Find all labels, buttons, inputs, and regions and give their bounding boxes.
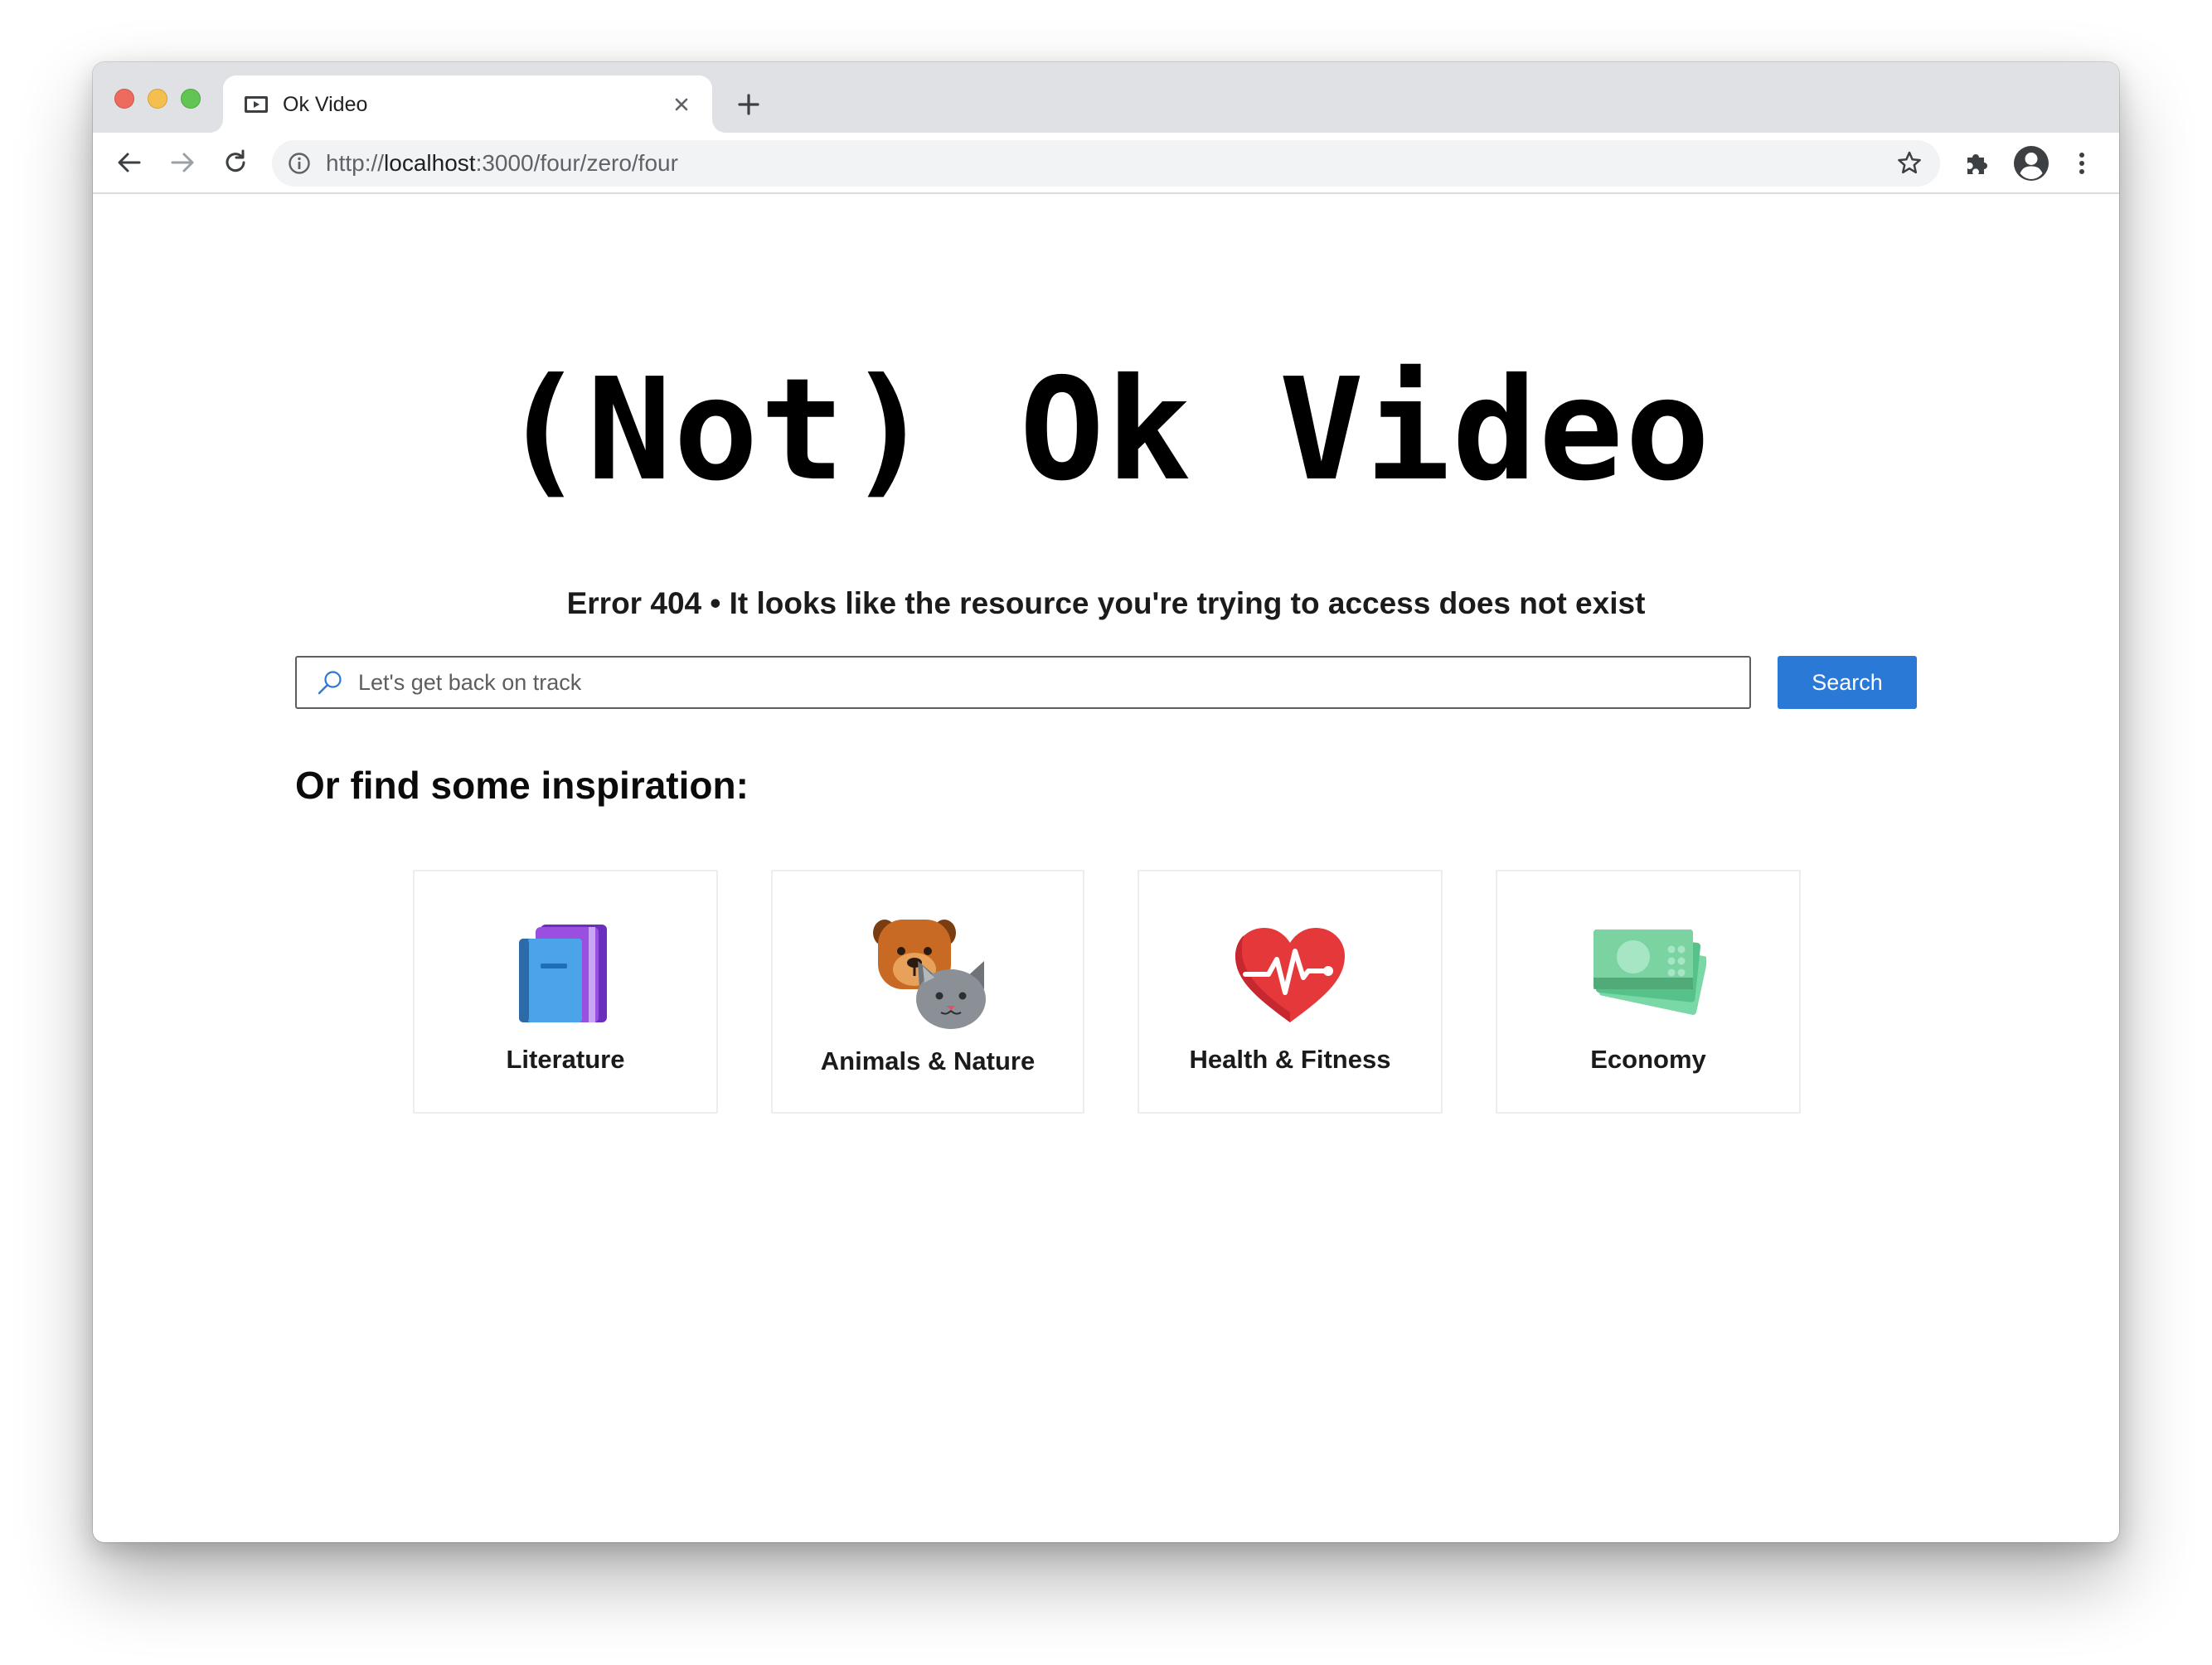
close-window-button[interactable]	[114, 89, 134, 109]
url-host: localhost	[384, 150, 476, 176]
page-title: (Not) Ok Video	[500, 348, 1712, 512]
minimize-window-button[interactable]	[148, 89, 167, 109]
category-label: Literature	[506, 1045, 625, 1074]
category-card-health-fitness[interactable]: Health & Fitness	[1138, 870, 1443, 1114]
url-scheme: http://	[326, 150, 385, 176]
video-favicon-icon	[245, 96, 268, 113]
browser-window: Ok Video http://localhost:3000/four/zero…	[93, 62, 2119, 1542]
address-bar[interactable]: http://localhost:3000/four/zero/four	[272, 140, 1940, 187]
tab-title: Ok Video	[283, 93, 368, 116]
back-arrow-icon[interactable]	[114, 148, 144, 177]
url-path: :3000/four/zero/four	[475, 150, 678, 176]
category-card-economy[interactable]: Economy	[1496, 870, 1801, 1114]
maximize-window-button[interactable]	[181, 89, 201, 109]
category-card-literature[interactable]: Literature	[413, 870, 718, 1114]
error-message: Error 404 • It looks like the resource y…	[566, 586, 1646, 620]
dog-cat-icon	[873, 920, 986, 1029]
category-card-animals-nature[interactable]: Animals & Nature	[771, 870, 1084, 1114]
money-icon	[1594, 930, 1706, 1015]
heartbeat-icon	[1235, 928, 1345, 1022]
bookmark-star-icon[interactable]	[1895, 149, 1923, 177]
extensions-puzzle-icon[interactable]	[1961, 148, 1992, 179]
more-menu-icon[interactable]	[2066, 148, 2098, 179]
search-input[interactable]	[357, 658, 1733, 707]
page-content: (Not) Ok Video Error 404 • It looks like…	[93, 194, 2119, 1542]
reload-icon[interactable]	[221, 148, 250, 177]
close-tab-icon[interactable]	[671, 94, 692, 115]
search-icon	[318, 671, 342, 695]
search-button[interactable]: Search	[1778, 656, 1917, 709]
profile-avatar-icon[interactable]	[2013, 145, 2049, 182]
site-info-icon[interactable]	[287, 151, 312, 176]
tab-strip: Ok Video	[93, 62, 2119, 133]
new-tab-icon[interactable]	[735, 91, 762, 118]
category-label: Animals & Nature	[820, 1046, 1036, 1075]
books-icon	[519, 925, 607, 1022]
category-label: Economy	[1590, 1045, 1706, 1074]
category-label: Health & Fitness	[1189, 1045, 1391, 1074]
forward-arrow-icon[interactable]	[167, 148, 197, 177]
inspiration-heading: Or find some inspiration:	[295, 764, 749, 807]
search-field[interactable]	[295, 656, 1751, 709]
url-text[interactable]: http://localhost:3000/four/zero/four	[326, 150, 678, 177]
browser-toolbar: http://localhost:3000/four/zero/four	[93, 133, 2119, 194]
tab-ok-video[interactable]: Ok Video	[223, 75, 712, 133]
